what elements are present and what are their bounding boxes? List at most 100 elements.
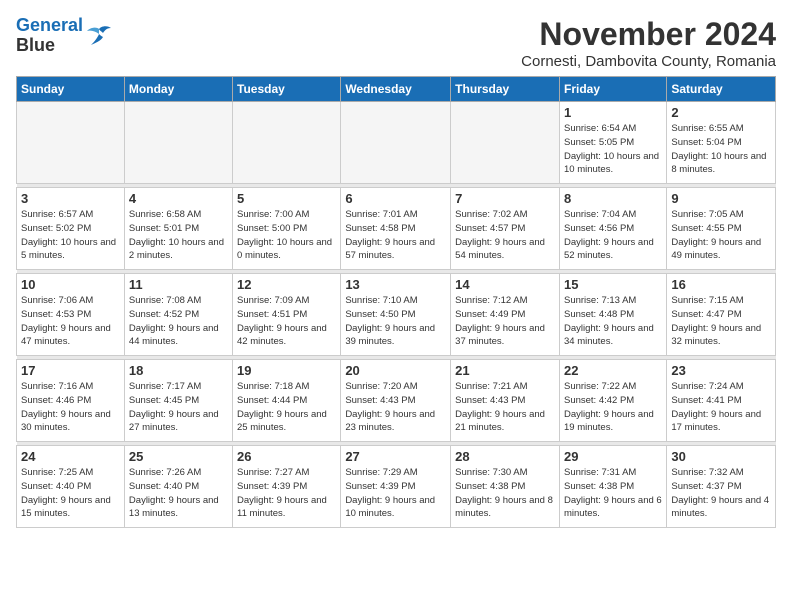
- weekday-header: Saturday: [667, 77, 776, 102]
- day-info: Sunrise: 7:00 AM Sunset: 5:00 PM Dayligh…: [237, 208, 336, 263]
- calendar-cell: 9 Sunrise: 7:05 AM Sunset: 4:55 PM Daylig…: [667, 188, 776, 270]
- day-number: 4: [129, 191, 228, 206]
- day-number: 5: [237, 191, 336, 206]
- weekday-header: Monday: [124, 77, 232, 102]
- calendar-cell: 2 Sunrise: 6:55 AM Sunset: 5:04 PM Daylig…: [667, 102, 776, 184]
- day-info: Sunrise: 7:15 AM Sunset: 4:47 PM Dayligh…: [671, 294, 771, 349]
- day-info: Sunrise: 7:12 AM Sunset: 4:49 PM Dayligh…: [455, 294, 555, 349]
- page-header: GeneralBlue November 2024 Cornesti, Damb…: [16, 16, 776, 70]
- calendar-week-row: 1 Sunrise: 6:54 AM Sunset: 5:05 PM Daylig…: [17, 102, 776, 184]
- calendar-cell: 25 Sunrise: 7:26 AM Sunset: 4:40 PM Dayli…: [124, 446, 232, 528]
- day-number: 25: [129, 449, 228, 464]
- logo-bird-icon: [85, 25, 113, 47]
- calendar-cell: 22 Sunrise: 7:22 AM Sunset: 4:42 PM Dayli…: [559, 360, 666, 442]
- calendar-cell: 23 Sunrise: 7:24 AM Sunset: 4:41 PM Dayli…: [667, 360, 776, 442]
- day-number: 2: [671, 105, 771, 120]
- calendar-cell: 16 Sunrise: 7:15 AM Sunset: 4:47 PM Dayli…: [667, 274, 776, 356]
- weekday-header: Sunday: [17, 77, 125, 102]
- weekday-header: Friday: [559, 77, 666, 102]
- calendar-cell: 20 Sunrise: 7:20 AM Sunset: 4:43 PM Dayli…: [341, 360, 451, 442]
- calendar-cell: 14 Sunrise: 7:12 AM Sunset: 4:49 PM Dayli…: [451, 274, 560, 356]
- calendar-cell: 28 Sunrise: 7:30 AM Sunset: 4:38 PM Dayli…: [451, 446, 560, 528]
- day-info: Sunrise: 7:09 AM Sunset: 4:51 PM Dayligh…: [237, 294, 336, 349]
- title-block: November 2024 Cornesti, Dambovita County…: [521, 16, 776, 70]
- calendar-cell: [341, 102, 451, 184]
- day-number: 20: [345, 363, 446, 378]
- calendar-cell: 5 Sunrise: 7:00 AM Sunset: 5:00 PM Daylig…: [233, 188, 341, 270]
- day-info: Sunrise: 7:08 AM Sunset: 4:52 PM Dayligh…: [129, 294, 228, 349]
- day-number: 18: [129, 363, 228, 378]
- day-info: Sunrise: 7:26 AM Sunset: 4:40 PM Dayligh…: [129, 466, 228, 521]
- day-number: 27: [345, 449, 446, 464]
- day-info: Sunrise: 7:05 AM Sunset: 4:55 PM Dayligh…: [671, 208, 771, 263]
- day-number: 28: [455, 449, 555, 464]
- logo: GeneralBlue: [16, 16, 113, 56]
- calendar-cell: [233, 102, 341, 184]
- day-info: Sunrise: 7:20 AM Sunset: 4:43 PM Dayligh…: [345, 380, 446, 435]
- calendar-cell: 26 Sunrise: 7:27 AM Sunset: 4:39 PM Dayli…: [233, 446, 341, 528]
- day-info: Sunrise: 7:10 AM Sunset: 4:50 PM Dayligh…: [345, 294, 446, 349]
- day-info: Sunrise: 7:02 AM Sunset: 4:57 PM Dayligh…: [455, 208, 555, 263]
- day-info: Sunrise: 7:21 AM Sunset: 4:43 PM Dayligh…: [455, 380, 555, 435]
- calendar-cell: 4 Sunrise: 6:58 AM Sunset: 5:01 PM Daylig…: [124, 188, 232, 270]
- calendar-cell: 27 Sunrise: 7:29 AM Sunset: 4:39 PM Dayli…: [341, 446, 451, 528]
- day-number: 15: [564, 277, 662, 292]
- day-number: 24: [21, 449, 120, 464]
- calendar-cell: 6 Sunrise: 7:01 AM Sunset: 4:58 PM Daylig…: [341, 188, 451, 270]
- day-number: 9: [671, 191, 771, 206]
- day-info: Sunrise: 7:25 AM Sunset: 4:40 PM Dayligh…: [21, 466, 120, 521]
- day-info: Sunrise: 7:18 AM Sunset: 4:44 PM Dayligh…: [237, 380, 336, 435]
- day-number: 23: [671, 363, 771, 378]
- day-number: 8: [564, 191, 662, 206]
- day-number: 26: [237, 449, 336, 464]
- day-number: 10: [21, 277, 120, 292]
- day-info: Sunrise: 6:55 AM Sunset: 5:04 PM Dayligh…: [671, 122, 771, 177]
- day-number: 1: [564, 105, 662, 120]
- calendar-cell: 8Sunrise: 7:04 AM Sunset: 4:56 PM Daylig…: [559, 188, 666, 270]
- calendar-cell: 12 Sunrise: 7:09 AM Sunset: 4:51 PM Dayli…: [233, 274, 341, 356]
- day-number: 30: [671, 449, 771, 464]
- calendar-cell: 10Sunrise: 7:06 AM Sunset: 4:53 PM Dayli…: [17, 274, 125, 356]
- calendar-cell: [17, 102, 125, 184]
- day-number: 11: [129, 277, 228, 292]
- day-info: Sunrise: 6:57 AM Sunset: 5:02 PM Dayligh…: [21, 208, 120, 263]
- day-info: Sunrise: 6:58 AM Sunset: 5:01 PM Dayligh…: [129, 208, 228, 263]
- calendar-cell: 29Sunrise: 7:31 AM Sunset: 4:38 PM Dayli…: [559, 446, 666, 528]
- day-number: 12: [237, 277, 336, 292]
- calendar-cell: 30Sunrise: 7:32 AM Sunset: 4:37 PM Dayli…: [667, 446, 776, 528]
- calendar-cell: 17 Sunrise: 7:16 AM Sunset: 4:46 PM Dayli…: [17, 360, 125, 442]
- day-number: 16: [671, 277, 771, 292]
- day-info: Sunrise: 7:17 AM Sunset: 4:45 PM Dayligh…: [129, 380, 228, 435]
- calendar-cell: 13Sunrise: 7:10 AM Sunset: 4:50 PM Dayli…: [341, 274, 451, 356]
- weekday-header: Tuesday: [233, 77, 341, 102]
- day-number: 29: [564, 449, 662, 464]
- day-info: Sunrise: 7:29 AM Sunset: 4:39 PM Dayligh…: [345, 466, 446, 521]
- day-info: Sunrise: 7:30 AM Sunset: 4:38 PM Dayligh…: [455, 466, 555, 521]
- day-info: Sunrise: 7:01 AM Sunset: 4:58 PM Dayligh…: [345, 208, 446, 263]
- day-info: Sunrise: 7:24 AM Sunset: 4:41 PM Dayligh…: [671, 380, 771, 435]
- day-number: 6: [345, 191, 446, 206]
- day-info: Sunrise: 7:27 AM Sunset: 4:39 PM Dayligh…: [237, 466, 336, 521]
- weekday-header: Thursday: [451, 77, 560, 102]
- logo-text: GeneralBlue: [16, 16, 83, 56]
- month-title: November 2024: [521, 16, 776, 53]
- calendar-week-row: 10Sunrise: 7:06 AM Sunset: 4:53 PM Dayli…: [17, 274, 776, 356]
- day-number: 7: [455, 191, 555, 206]
- location-title: Cornesti, Dambovita County, Romania: [521, 53, 776, 70]
- calendar-table: SundayMondayTuesdayWednesdayThursdayFrid…: [16, 76, 776, 528]
- day-number: 21: [455, 363, 555, 378]
- day-number: 22: [564, 363, 662, 378]
- day-number: 17: [21, 363, 120, 378]
- calendar-cell: [451, 102, 560, 184]
- calendar-cell: 11 Sunrise: 7:08 AM Sunset: 4:52 PM Dayli…: [124, 274, 232, 356]
- calendar-week-row: 17 Sunrise: 7:16 AM Sunset: 4:46 PM Dayli…: [17, 360, 776, 442]
- day-number: 3: [21, 191, 120, 206]
- day-info: Sunrise: 7:16 AM Sunset: 4:46 PM Dayligh…: [21, 380, 120, 435]
- day-info: Sunrise: 6:54 AM Sunset: 5:05 PM Dayligh…: [564, 122, 662, 177]
- calendar-header-row: SundayMondayTuesdayWednesdayThursdayFrid…: [17, 77, 776, 102]
- day-info: Sunrise: 7:22 AM Sunset: 4:42 PM Dayligh…: [564, 380, 662, 435]
- calendar-cell: 19Sunrise: 7:18 AM Sunset: 4:44 PM Dayli…: [233, 360, 341, 442]
- calendar-cell: 7 Sunrise: 7:02 AM Sunset: 4:57 PM Daylig…: [451, 188, 560, 270]
- day-info: Sunrise: 7:13 AM Sunset: 4:48 PM Dayligh…: [564, 294, 662, 349]
- day-number: 14: [455, 277, 555, 292]
